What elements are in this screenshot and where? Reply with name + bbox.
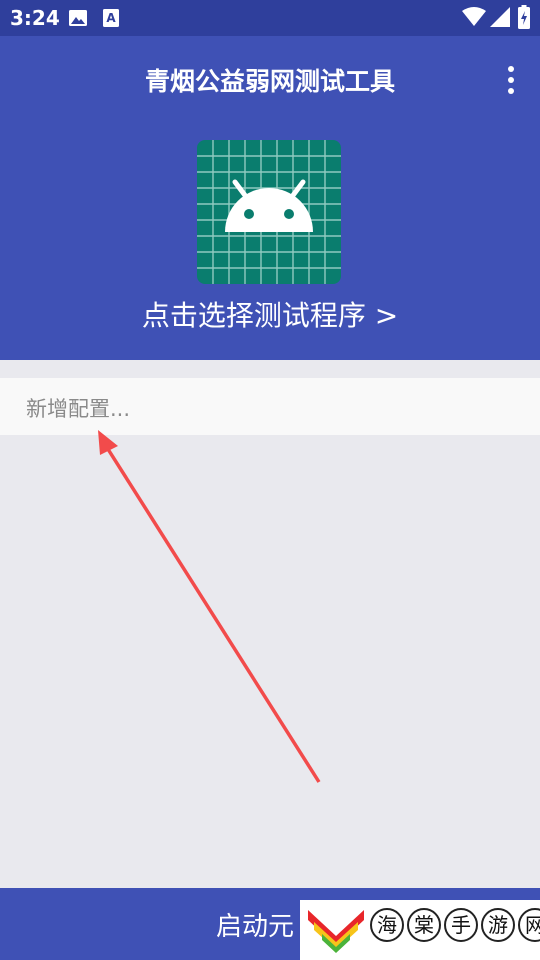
watermark: 海 棠 手 游 网 [300,900,540,960]
start-label: 启动元 [216,912,295,942]
watermark-char: 手 [444,908,478,942]
watermark-char: 棠 [407,908,441,942]
watermark-char: 海 [370,908,404,942]
watermark-char: 游 [481,908,515,942]
watermark-logo [308,910,364,953]
watermark-text: 海 棠 手 游 网 [370,908,540,942]
watermark-char: 网 [518,908,540,942]
annotation-arrow [98,430,321,783]
